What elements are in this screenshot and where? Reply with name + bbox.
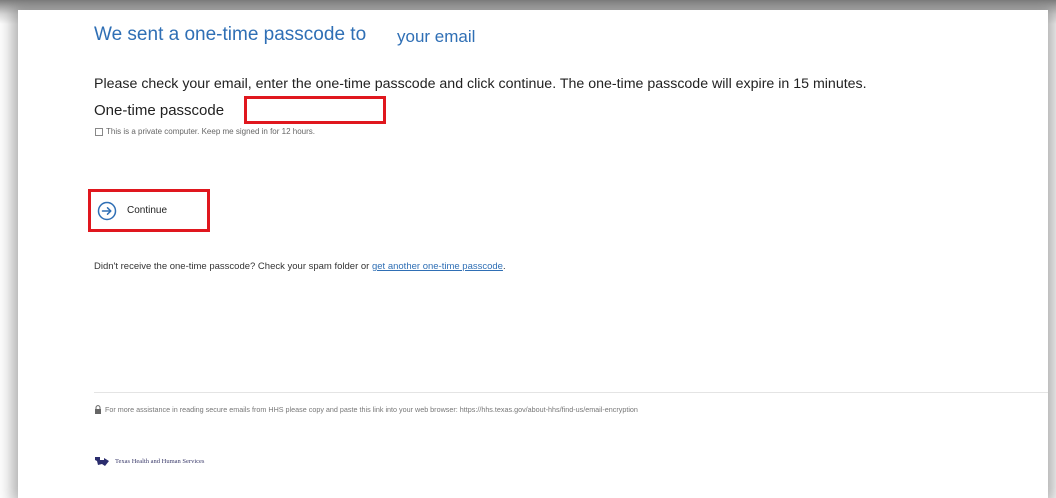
passcode-label: One-time passcode: [94, 102, 225, 119]
org-name: Texas Health and Human Services: [115, 457, 205, 465]
assistance-note: For more assistance in reading secure em…: [94, 405, 638, 414]
continue-label: Continue: [127, 205, 168, 216]
footer-divider: [94, 392, 1048, 393]
private-computer-checkbox[interactable]: [95, 127, 103, 136]
arrow-right-circle-icon: [97, 201, 117, 220]
instructions-text: Please check your email, enter the one-t…: [94, 76, 867, 92]
resend-prompt: Didn't receive the one-time passcode? Ch…: [94, 261, 370, 272]
continue-button[interactable]: Continue: [88, 189, 210, 232]
texas-hhs-logo-icon: [95, 457, 109, 466]
resend-suffix: .: [502, 261, 506, 272]
passcode-input[interactable]: [244, 96, 386, 124]
recipient-email: your email: [375, 24, 595, 50]
private-computer-option[interactable]: This is a private computer. Keep me sign…: [95, 127, 315, 136]
lock-icon: [95, 405, 101, 414]
page: We sent a one-time passcode to your emai…: [18, 10, 1048, 498]
resend-text: Didn't receive the one-time passcode? Ch…: [94, 261, 506, 272]
resend-passcode-link[interactable]: get another one-time passcode: [372, 261, 503, 272]
private-computer-label: This is a private computer. Keep me sign…: [106, 127, 315, 136]
org-logo: Texas Health and Human Services: [94, 455, 204, 467]
page-title: We sent a one-time passcode to: [94, 24, 367, 45]
assistance-text: For more assistance in reading secure em…: [105, 405, 638, 414]
